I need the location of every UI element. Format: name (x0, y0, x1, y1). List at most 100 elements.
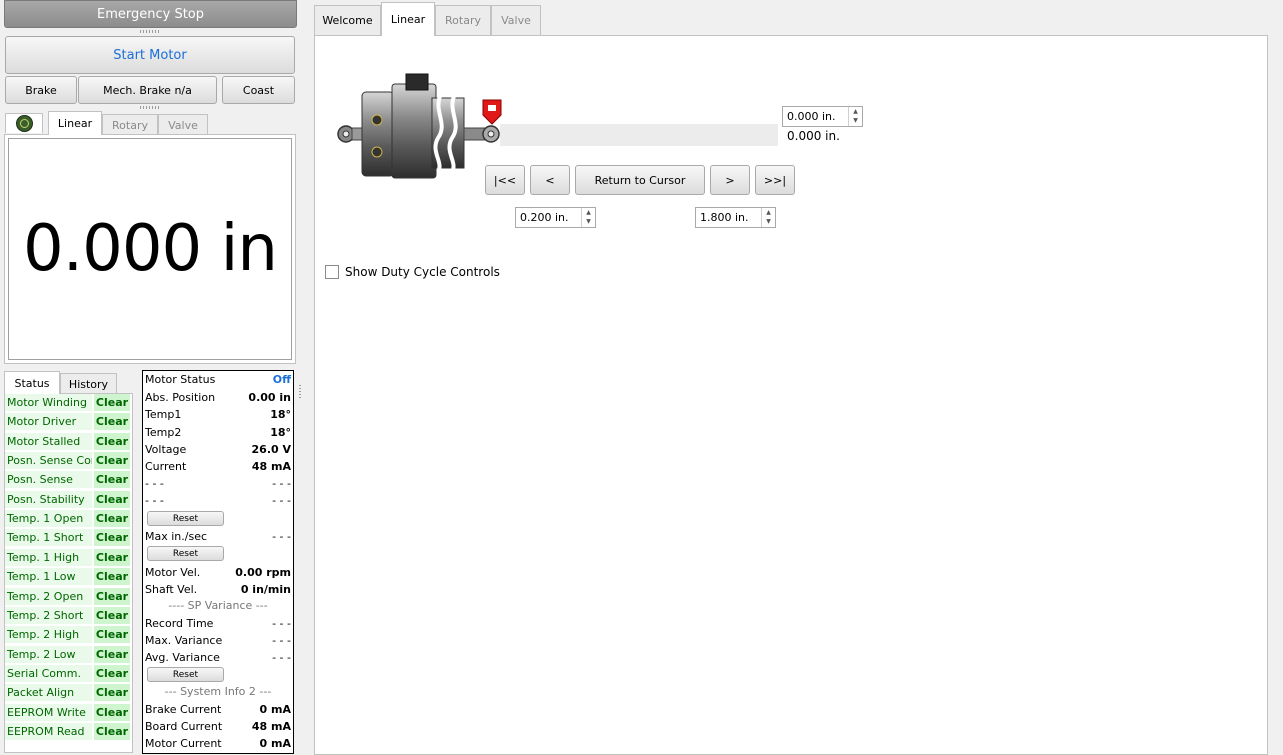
tab-history[interactable]: History (60, 373, 117, 394)
reset-button-3[interactable]: Reset (147, 667, 224, 682)
min-limit-spinner[interactable]: ▲ ▼ (581, 208, 595, 227)
tab-valve-label: Valve (501, 14, 531, 27)
status-value: Clear (94, 684, 130, 702)
min-limit-input[interactable]: 0.200 in. ▲ ▼ (515, 207, 596, 228)
coast-label: Coast (242, 83, 275, 97)
tab-linear[interactable]: Linear (381, 2, 435, 36)
motor-vel-label: Motor Vel. (145, 565, 201, 579)
target-spinner[interactable]: ▲ ▼ (848, 107, 862, 126)
brake-button[interactable]: Brake (5, 76, 77, 104)
status-value: Clear (94, 722, 130, 740)
system-info-header: --- System Info 2 --- (164, 685, 272, 698)
max-variance-value: - - - (272, 633, 291, 647)
target-position-input[interactable]: 0.000 in. ▲ ▼ (782, 106, 863, 127)
status-label: Motor Driver (5, 413, 92, 431)
emergency-stop-button[interactable]: Emergency Stop (4, 0, 297, 28)
status-label: Temp. 1 Low (5, 568, 92, 586)
status-value: Clear (94, 413, 130, 431)
jump-first-button[interactable]: |<< (485, 165, 525, 195)
motor-status-row: Motor Status Off (145, 371, 291, 387)
status-value: Clear (94, 510, 130, 528)
max-ips-value: - - - (272, 529, 291, 543)
status-label: Temp. 2 Low (5, 645, 92, 663)
status-label: Serial Comm. (5, 664, 92, 682)
current-value: 48 mA (251, 459, 291, 473)
tab-left-rotary[interactable]: Rotary (102, 114, 158, 135)
spin-down-icon[interactable]: ▼ (582, 218, 595, 228)
max-limit-value: 1.800 in. (700, 211, 749, 224)
step-forward-button[interactable]: > (710, 165, 750, 195)
position-track[interactable] (500, 124, 778, 146)
spin-up-icon[interactable]: ▲ (762, 208, 775, 218)
status-row: Serial Comm. Clear (5, 664, 130, 682)
cursor-marker-icon[interactable] (482, 99, 502, 125)
spin-down-icon[interactable]: ▼ (762, 218, 775, 228)
spin-up-icon[interactable]: ▲ (582, 208, 595, 218)
jump-last-button[interactable]: >>| (755, 165, 795, 195)
status-label: Motor Stalled (5, 432, 92, 450)
status-value: Clear (94, 645, 130, 663)
return-to-cursor-button[interactable]: Return to Cursor (575, 165, 705, 195)
tab-rotary-label: Rotary (445, 14, 481, 27)
max-limit-spinner[interactable]: ▲ ▼ (761, 208, 775, 227)
status-row: Temp. 1 High Clear (5, 548, 130, 566)
jump-last-label: >>| (763, 173, 787, 187)
duty-cycle-checkbox[interactable] (325, 265, 339, 279)
status-row: Temp. 2 High Clear (5, 626, 130, 644)
max-ips-label: Max in./sec (145, 529, 208, 543)
tab-valve[interactable]: Valve (491, 5, 541, 35)
mech-brake-button[interactable]: Mech. Brake n/a (78, 76, 217, 104)
status-row: Temp. 1 Short Clear (5, 529, 130, 547)
status-value: Clear (94, 490, 130, 508)
current-row: Current 48 mA (145, 458, 291, 474)
tab-left-linear[interactable]: Linear (48, 111, 102, 135)
temp1-value: 18° (270, 407, 291, 421)
voltage-value: 26.0 V (251, 442, 291, 456)
avg-variance-value: - - - (272, 650, 291, 664)
status-label: Temp. 2 High (5, 626, 92, 644)
max-variance-row: Max. Variance - - - (145, 632, 291, 648)
duty-cycle-label[interactable]: Show Duty Cycle Controls (345, 265, 500, 279)
tab-rotary[interactable]: Rotary (435, 5, 491, 35)
status-value: Clear (94, 548, 130, 566)
position-display-panel: 0.000 in (4, 134, 296, 364)
max-limit-input[interactable]: 1.800 in. ▲ ▼ (695, 207, 776, 228)
splitter-grip-2[interactable] (140, 106, 160, 109)
splitter-grip[interactable] (140, 30, 160, 33)
status-row: Posn. Stability Clear (5, 490, 130, 508)
motor-current-row: Motor Current 0 mA (145, 735, 291, 751)
spin-down-icon[interactable]: ▼ (849, 117, 862, 127)
min-limit-value: 0.200 in. (520, 211, 569, 224)
temp2-label: Temp2 (145, 425, 182, 439)
coast-button[interactable]: Coast (222, 76, 295, 104)
tab-globe[interactable] (5, 113, 43, 133)
tab-left-valve[interactable]: Valve (158, 114, 208, 135)
status-value: Clear (94, 452, 130, 470)
status-label: EEPROM Read (5, 722, 92, 740)
reset-button-1[interactable]: Reset (147, 511, 224, 526)
tab-left-rotary-label: Rotary (112, 118, 148, 132)
tab-welcome[interactable]: Welcome (314, 5, 381, 35)
status-row: Packet Align Clear (5, 684, 130, 702)
brake-current-label: Brake Current (145, 702, 222, 716)
actuator-image (337, 73, 500, 179)
blank-label-1: - - - (145, 476, 164, 490)
status-value: Clear (94, 703, 130, 721)
reset-button-2[interactable]: Reset (147, 546, 224, 561)
motor-current-value: 0 mA (259, 736, 291, 750)
avg-variance-label: Avg. Variance (145, 650, 220, 664)
status-label: EEPROM Write (5, 703, 92, 721)
status-row: Temp. 2 Open Clear (5, 587, 130, 605)
status-row: Temp. 1 Open Clear (5, 510, 130, 528)
tab-status[interactable]: Status (4, 371, 60, 394)
vertical-splitter[interactable] (299, 385, 301, 399)
start-motor-button[interactable]: Start Motor (5, 36, 295, 74)
temp1-label: Temp1 (145, 407, 182, 421)
tab-linear-label: Linear (390, 13, 426, 26)
status-row: EEPROM Write Clear (5, 703, 130, 721)
step-back-button[interactable]: < (530, 165, 570, 195)
jump-first-label: |<< (493, 173, 517, 187)
spin-up-icon[interactable]: ▲ (849, 107, 862, 117)
blank-value-2: - - - (272, 493, 291, 507)
status-row: Temp. 2 Low Clear (5, 645, 130, 663)
